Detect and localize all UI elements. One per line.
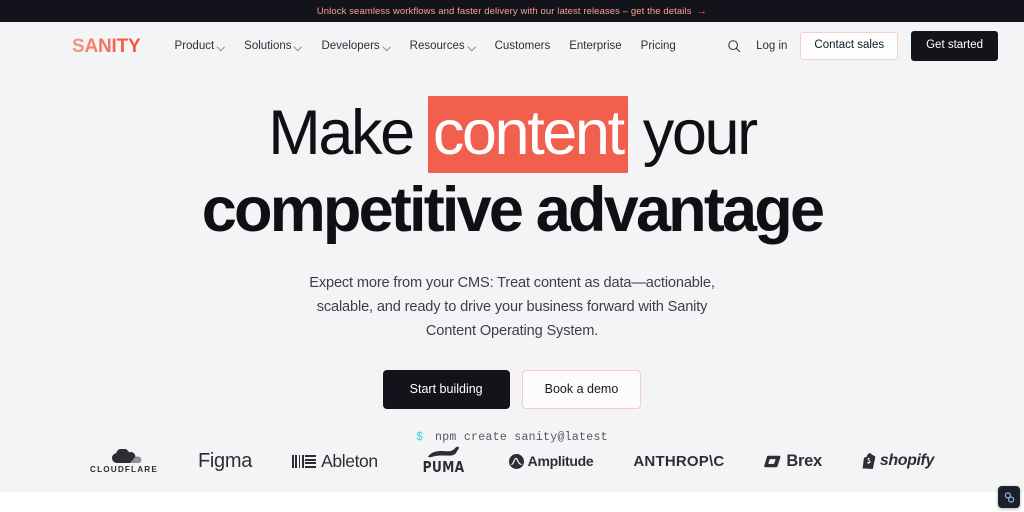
announcement-banner: Unlock seamless workflows and faster del…	[0, 0, 1024, 22]
logo-cloudflare: CLOUDFLARE	[90, 444, 158, 478]
customer-logo-bar: CLOUDFLARE Figma Ableton PUMA Amplitude …	[0, 444, 1024, 478]
start-building-button[interactable]: Start building	[382, 370, 510, 409]
get-started-button[interactable]: Get started	[911, 31, 998, 61]
nav-item-label: Enterprise	[569, 40, 622, 52]
logo-anthropic: ANTHROP\C	[633, 444, 724, 478]
chevron-down-icon	[469, 43, 476, 50]
figma-wordmark: Figma	[197, 449, 253, 472]
nav-item-resources[interactable]: Resources	[410, 40, 476, 52]
arrow-right-icon: →	[696, 5, 708, 18]
logo-ableton: Ableton	[292, 444, 378, 478]
amplitude-icon	[508, 453, 524, 469]
cloudflare-cloud-icon	[111, 448, 142, 463]
brex-icon	[764, 455, 781, 467]
contact-sales-button[interactable]: Contact sales	[800, 32, 899, 60]
sanity-logo[interactable]: S A N I T Y	[72, 37, 141, 56]
nav-item-pricing[interactable]: Pricing	[641, 40, 676, 52]
hero-headline-line2: competitive advantage	[201, 175, 825, 245]
link-chain-icon	[1004, 491, 1014, 503]
nav-item-label: Customers	[494, 40, 551, 52]
hero-subtitle: Expect more from your CMS: Treat content…	[309, 275, 715, 339]
nav-item-label: Resources	[409, 40, 465, 52]
logo-letter: S	[72, 35, 85, 57]
nav-item-label: Developers	[321, 40, 380, 52]
chevron-down-icon	[384, 43, 391, 50]
nav-item-label: Product	[174, 40, 215, 52]
ableton-wordmark: Ableton	[321, 450, 378, 471]
nav-item-enterprise[interactable]: Enterprise	[569, 40, 621, 52]
puma-cat-icon	[428, 446, 460, 458]
hero-cta-row: Start building Book a demo	[0, 370, 1024, 409]
nav-item-product[interactable]: Product	[175, 40, 226, 52]
floating-widget-button[interactable]	[998, 486, 1020, 508]
hero-content: Make content your competitive advantage …	[0, 70, 1024, 444]
nav-item-label: Pricing	[640, 40, 676, 52]
logo-letter: A	[84, 35, 99, 57]
npm-command-text: npm create sanity@latest	[435, 430, 608, 444]
hero-section: S A N I T Y Product Solutions Developers	[0, 22, 1024, 492]
puma-wordmark: PUMA	[422, 458, 465, 476]
search-icon	[728, 40, 741, 53]
page-root: Unlock seamless workflows and faster del…	[0, 0, 1024, 512]
announcement-banner-text: Unlock seamless workflows and faster del…	[316, 5, 692, 17]
nav-item-solutions[interactable]: Solutions	[244, 40, 302, 52]
shopify-wordmark: shopify	[879, 452, 934, 469]
page-bottom-strip	[0, 492, 1024, 512]
logo-letter: Y	[128, 35, 141, 57]
logo-letter: T	[116, 35, 129, 57]
logo-letter: N	[98, 35, 112, 57]
logo-figma: Figma	[198, 444, 252, 478]
logo-brex: Brex	[764, 444, 822, 478]
nav-actions: Log in Contact sales Get started	[725, 31, 998, 61]
ableton-bars-icon	[292, 454, 317, 468]
headline-highlight: content	[427, 96, 628, 173]
logo-shopify: shopify	[862, 444, 934, 478]
logo-amplitude: Amplitude	[508, 444, 594, 478]
logo-puma: PUMA	[418, 444, 469, 478]
brex-wordmark: Brex	[786, 451, 822, 470]
search-button[interactable]	[725, 37, 743, 55]
terminal-prompt-icon: $	[416, 430, 424, 444]
nav-links: Product Solutions Developers Resources C…	[175, 40, 676, 52]
nav-item-developers[interactable]: Developers	[321, 40, 390, 52]
npm-command-row[interactable]: $ npm create sanity@latest	[0, 431, 1024, 444]
amplitude-wordmark: Amplitude	[527, 453, 594, 469]
nav-item-customers[interactable]: Customers	[495, 40, 551, 52]
cloudflare-wordmark: CLOUDFLARE	[90, 464, 158, 474]
chevron-down-icon	[218, 43, 225, 50]
anthropic-wordmark: ANTHROP\C	[633, 452, 725, 470]
announcement-banner-link[interactable]: Unlock seamless workflows and faster del…	[317, 6, 707, 17]
shopify-bag-icon	[862, 453, 876, 469]
headline-text-pre: Make	[268, 98, 428, 168]
nav-item-label: Solutions	[244, 40, 292, 52]
login-link[interactable]: Log in	[756, 40, 787, 52]
hero-headline-line1: Make content your	[0, 96, 1024, 173]
headline-text-post: your	[627, 98, 758, 168]
main-navbar: S A N I T Y Product Solutions Developers	[0, 22, 1024, 70]
book-a-demo-button[interactable]: Book a demo	[521, 370, 642, 409]
chevron-down-icon	[295, 43, 302, 50]
